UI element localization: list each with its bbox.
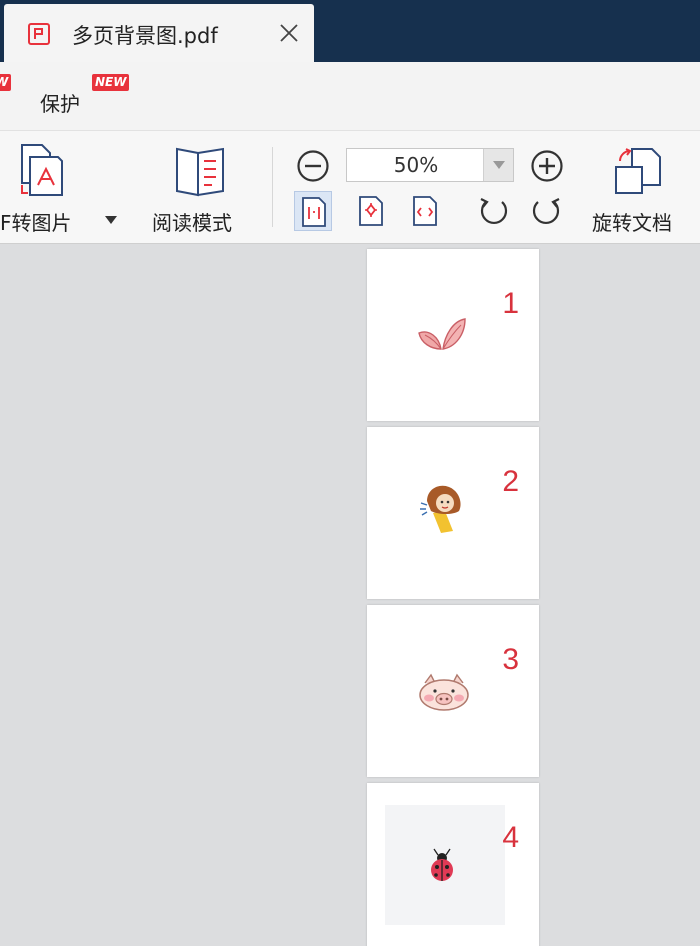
- actual-size-button[interactable]: [294, 191, 332, 231]
- zoom-dropdown-button[interactable]: [483, 149, 513, 181]
- page-thumbnail[interactable]: 4: [367, 783, 539, 946]
- zoom-in-icon[interactable]: [530, 149, 564, 183]
- reading-mode-button[interactable]: 阅读模式: [152, 207, 232, 236]
- tab-title: 多页背景图.pdf: [72, 24, 218, 48]
- menu-item-protect[interactable]: 保护: [40, 88, 80, 117]
- document-canvas[interactable]: 1 2 3 4: [0, 245, 700, 946]
- fit-width-button[interactable]: [406, 191, 444, 231]
- new-badge: W: [0, 74, 12, 91]
- chevron-down-icon[interactable]: [104, 215, 118, 225]
- actual-size-icon: [302, 197, 326, 227]
- fit-page-icon: [359, 196, 383, 226]
- pdf-to-image-button[interactable]: F转图片: [0, 207, 72, 236]
- rotate-left-icon[interactable]: [476, 193, 512, 229]
- page-number: 3: [502, 643, 519, 676]
- rotate-right-icon[interactable]: [528, 193, 564, 229]
- zoom-value: 50%: [393, 153, 439, 177]
- rotate-document-button[interactable]: 旋转文档: [592, 207, 672, 236]
- fit-width-icon: [413, 196, 437, 226]
- menu-bar: W 保护 NEW: [0, 62, 700, 130]
- page-number: 1: [502, 287, 519, 320]
- pdf-file-icon: [28, 23, 50, 45]
- rotate-document-icon[interactable]: [612, 145, 664, 195]
- page-number: 4: [502, 821, 519, 854]
- reading-mode-icon[interactable]: [174, 145, 226, 197]
- toolbar: F转图片 阅读模式 50% 旋转文档: [0, 130, 700, 244]
- page-number: 2: [502, 465, 519, 498]
- document-tab[interactable]: 多页背景图.pdf: [4, 4, 314, 62]
- page-thumbnail[interactable]: 1: [367, 249, 539, 421]
- running-girl-icon: [420, 485, 461, 533]
- pig-face-icon: [419, 673, 469, 711]
- ladybug-icon: [431, 848, 453, 881]
- close-icon[interactable]: [276, 20, 302, 46]
- fit-page-button[interactable]: [352, 191, 390, 231]
- new-badge: NEW: [92, 74, 130, 91]
- zoom-select[interactable]: 50%: [346, 148, 514, 182]
- page-thumbnail[interactable]: 2: [367, 427, 539, 599]
- leaf-sprout-icon: [418, 318, 466, 350]
- zoom-out-icon[interactable]: [296, 149, 330, 183]
- chevron-down-icon: [493, 161, 505, 169]
- pdf-to-image-icon[interactable]: [14, 143, 64, 197]
- title-bar: 多页背景图.pdf: [0, 0, 700, 62]
- page-thumbnail[interactable]: 3: [367, 605, 539, 777]
- toolbar-divider: [272, 147, 273, 227]
